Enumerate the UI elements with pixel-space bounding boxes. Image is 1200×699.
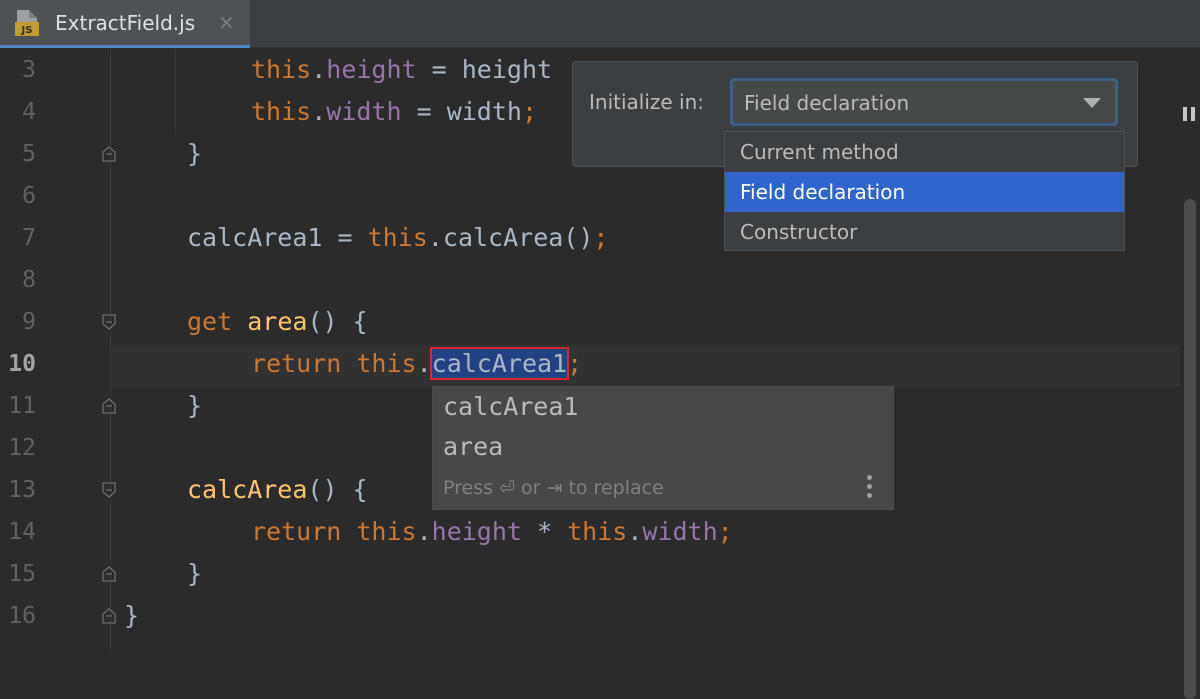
code-token: this [567,517,628,546]
option-field-declaration[interactable]: Field declaration [725,172,1124,212]
code-text[interactable]: calcArea1 = this.calcArea(); [187,217,608,259]
code-text[interactable]: return this.height * this.width; [251,511,733,553]
code-token: height [326,55,417,84]
code-token: ; [567,349,583,378]
code-token: = height [416,55,553,84]
code-token: () { [307,475,368,504]
name-suggestion-popup: calcArea1 area Press ⏎ or ⇥ to replace [432,386,894,510]
code-token: } [187,559,203,588]
option-constructor[interactable]: Constructor [725,212,1124,252]
code-token: area [247,307,308,336]
code-token: } [124,601,140,630]
code-token: = width [401,97,522,126]
code-token: . [416,517,432,546]
code-token: return [251,349,357,378]
vertical-scrollbar[interactable] [1184,199,1196,699]
code-line[interactable]: 14 return this.height * this.width; [0,511,1180,553]
code-text[interactable]: } [124,595,139,637]
code-token: () { [307,307,368,336]
option-current-method[interactable]: Current method [725,132,1124,172]
code-token: height [431,517,522,546]
chevron-down-icon [1083,98,1101,108]
code-line[interactable]: 16} [0,595,1180,637]
line-number: 5 [22,141,36,167]
select-value: Field declaration [744,91,910,115]
code-line[interactable]: 8 [0,259,1180,301]
code-token: calcArea [187,475,308,504]
line-number: 13 [8,477,36,503]
code-text[interactable]: } [187,133,202,175]
code-token: } [187,391,203,420]
close-icon[interactable]: × [218,10,235,34]
code-token: } [187,139,203,168]
fold-end-icon[interactable] [101,146,117,162]
code-token: width [642,517,718,546]
tab-title: ExtractField.js [55,11,196,35]
replace-hint: Press ⏎ or ⇥ to replace [443,477,664,499]
code-line[interactable]: 9 get area() { [0,301,1180,343]
code-token: get [187,307,248,336]
code-line[interactable]: 15} [0,553,1180,595]
suggestion-item[interactable]: calcArea1 [443,387,578,427]
fold-end-icon[interactable] [101,566,117,582]
editor-tab-bar: JS ExtractField.js × [0,0,1200,48]
fold-end-icon[interactable] [101,398,117,414]
code-token: .calcArea() [427,223,594,252]
more-options-icon[interactable] [867,475,873,501]
line-number: 7 [22,225,36,251]
error-stripe-marker[interactable] [1183,107,1187,121]
code-token: return [251,517,357,546]
initialize-in-select[interactable]: Field declaration [730,78,1118,126]
fold-start-icon[interactable] [101,482,117,498]
code-token: this [251,55,312,84]
code-token: ; [593,223,609,252]
code-token: this [356,349,417,378]
code-line[interactable]: 10 return this.calcArea1; [0,343,1180,385]
code-token: . [627,517,643,546]
code-token: calcArea1 = [187,223,368,252]
line-number: 9 [22,309,36,335]
code-text[interactable]: this.height = height [251,49,552,91]
line-number: 4 [22,99,36,125]
code-token: . [416,349,432,378]
code-token: . [311,55,327,84]
line-number: 12 [8,435,36,461]
code-text[interactable]: } [187,553,202,595]
code-text[interactable]: this.width = width; [251,91,537,133]
code-token: ; [717,517,733,546]
error-stripe-marker[interactable] [1191,107,1195,121]
line-number: 11 [8,393,36,419]
line-number: 10 [8,351,36,377]
code-token: * [521,517,568,546]
line-number: 3 [22,57,36,83]
code-text[interactable]: calcArea() { [187,469,368,511]
initialize-in-dropdown-list: Current method Field declaration Constru… [724,131,1125,251]
line-number: 14 [8,519,36,545]
line-number: 16 [8,603,36,629]
suggestion-item[interactable]: area [443,427,503,467]
code-text[interactable]: } [187,385,202,427]
code-token: . [311,97,327,126]
code-token: this [356,517,417,546]
code-token: ; [521,97,538,126]
js-badge-text: JS [21,25,33,36]
tab-extractfield[interactable]: JS ExtractField.js × [0,0,250,48]
code-token: width [326,97,402,126]
code-text[interactable]: get area() { [187,301,368,343]
initialize-in-label: Initialize in: [589,90,705,114]
line-number: 8 [22,267,36,293]
fold-end-icon[interactable] [101,608,117,624]
selected-identifier[interactable]: calcArea1 [429,347,570,380]
code-text[interactable]: return this.calcArea1; [251,343,582,385]
line-number: 6 [22,183,36,209]
line-number: 15 [8,561,36,587]
js-file-icon: JS [15,9,39,37]
code-token: this [251,97,312,126]
code-token: this [367,223,428,252]
fold-start-icon[interactable] [101,314,117,330]
